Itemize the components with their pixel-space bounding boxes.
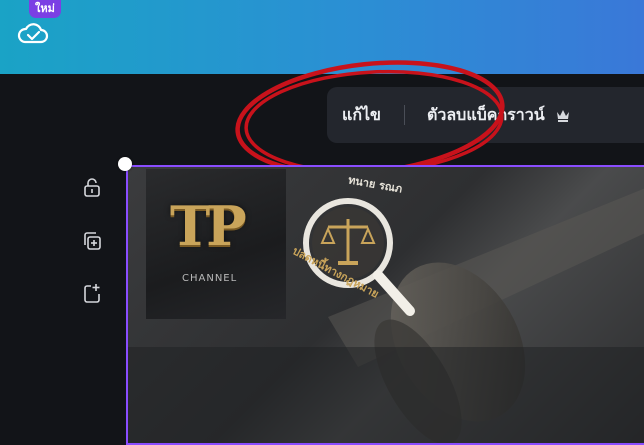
- crown-icon: [556, 110, 569, 122]
- bg-remover-label: ตัวลบแบ็คกราวน์: [426, 104, 545, 124]
- add-page-icon[interactable]: [81, 282, 103, 304]
- lock-icon[interactable]: [81, 176, 103, 198]
- duplicate-icon[interactable]: [81, 230, 103, 252]
- bg-remover-button[interactable]: ตัวลบแบ็คกราวน์: [405, 87, 571, 143]
- top-bar: ใหม่: [0, 0, 644, 74]
- resize-handle[interactable]: [118, 157, 132, 171]
- cloud-check-icon[interactable]: [17, 21, 49, 45]
- context-toolbar: แก้ไข ตัวลบแบ็คกราวน์: [327, 87, 644, 143]
- logo-subtext: CHANNEL: [182, 273, 238, 284]
- design-canvas[interactable]: TP CHANNEL ทนาย รณภ ปลดหนี้ทางกฎหมาย: [126, 165, 644, 445]
- tp-channel-logo: TP CHANNEL: [146, 169, 286, 319]
- edit-label: แก้ไข: [342, 104, 381, 124]
- new-badge: ใหม่: [29, 0, 61, 18]
- edit-button[interactable]: แก้ไข: [327, 87, 404, 143]
- logo-text: TP: [170, 194, 247, 258]
